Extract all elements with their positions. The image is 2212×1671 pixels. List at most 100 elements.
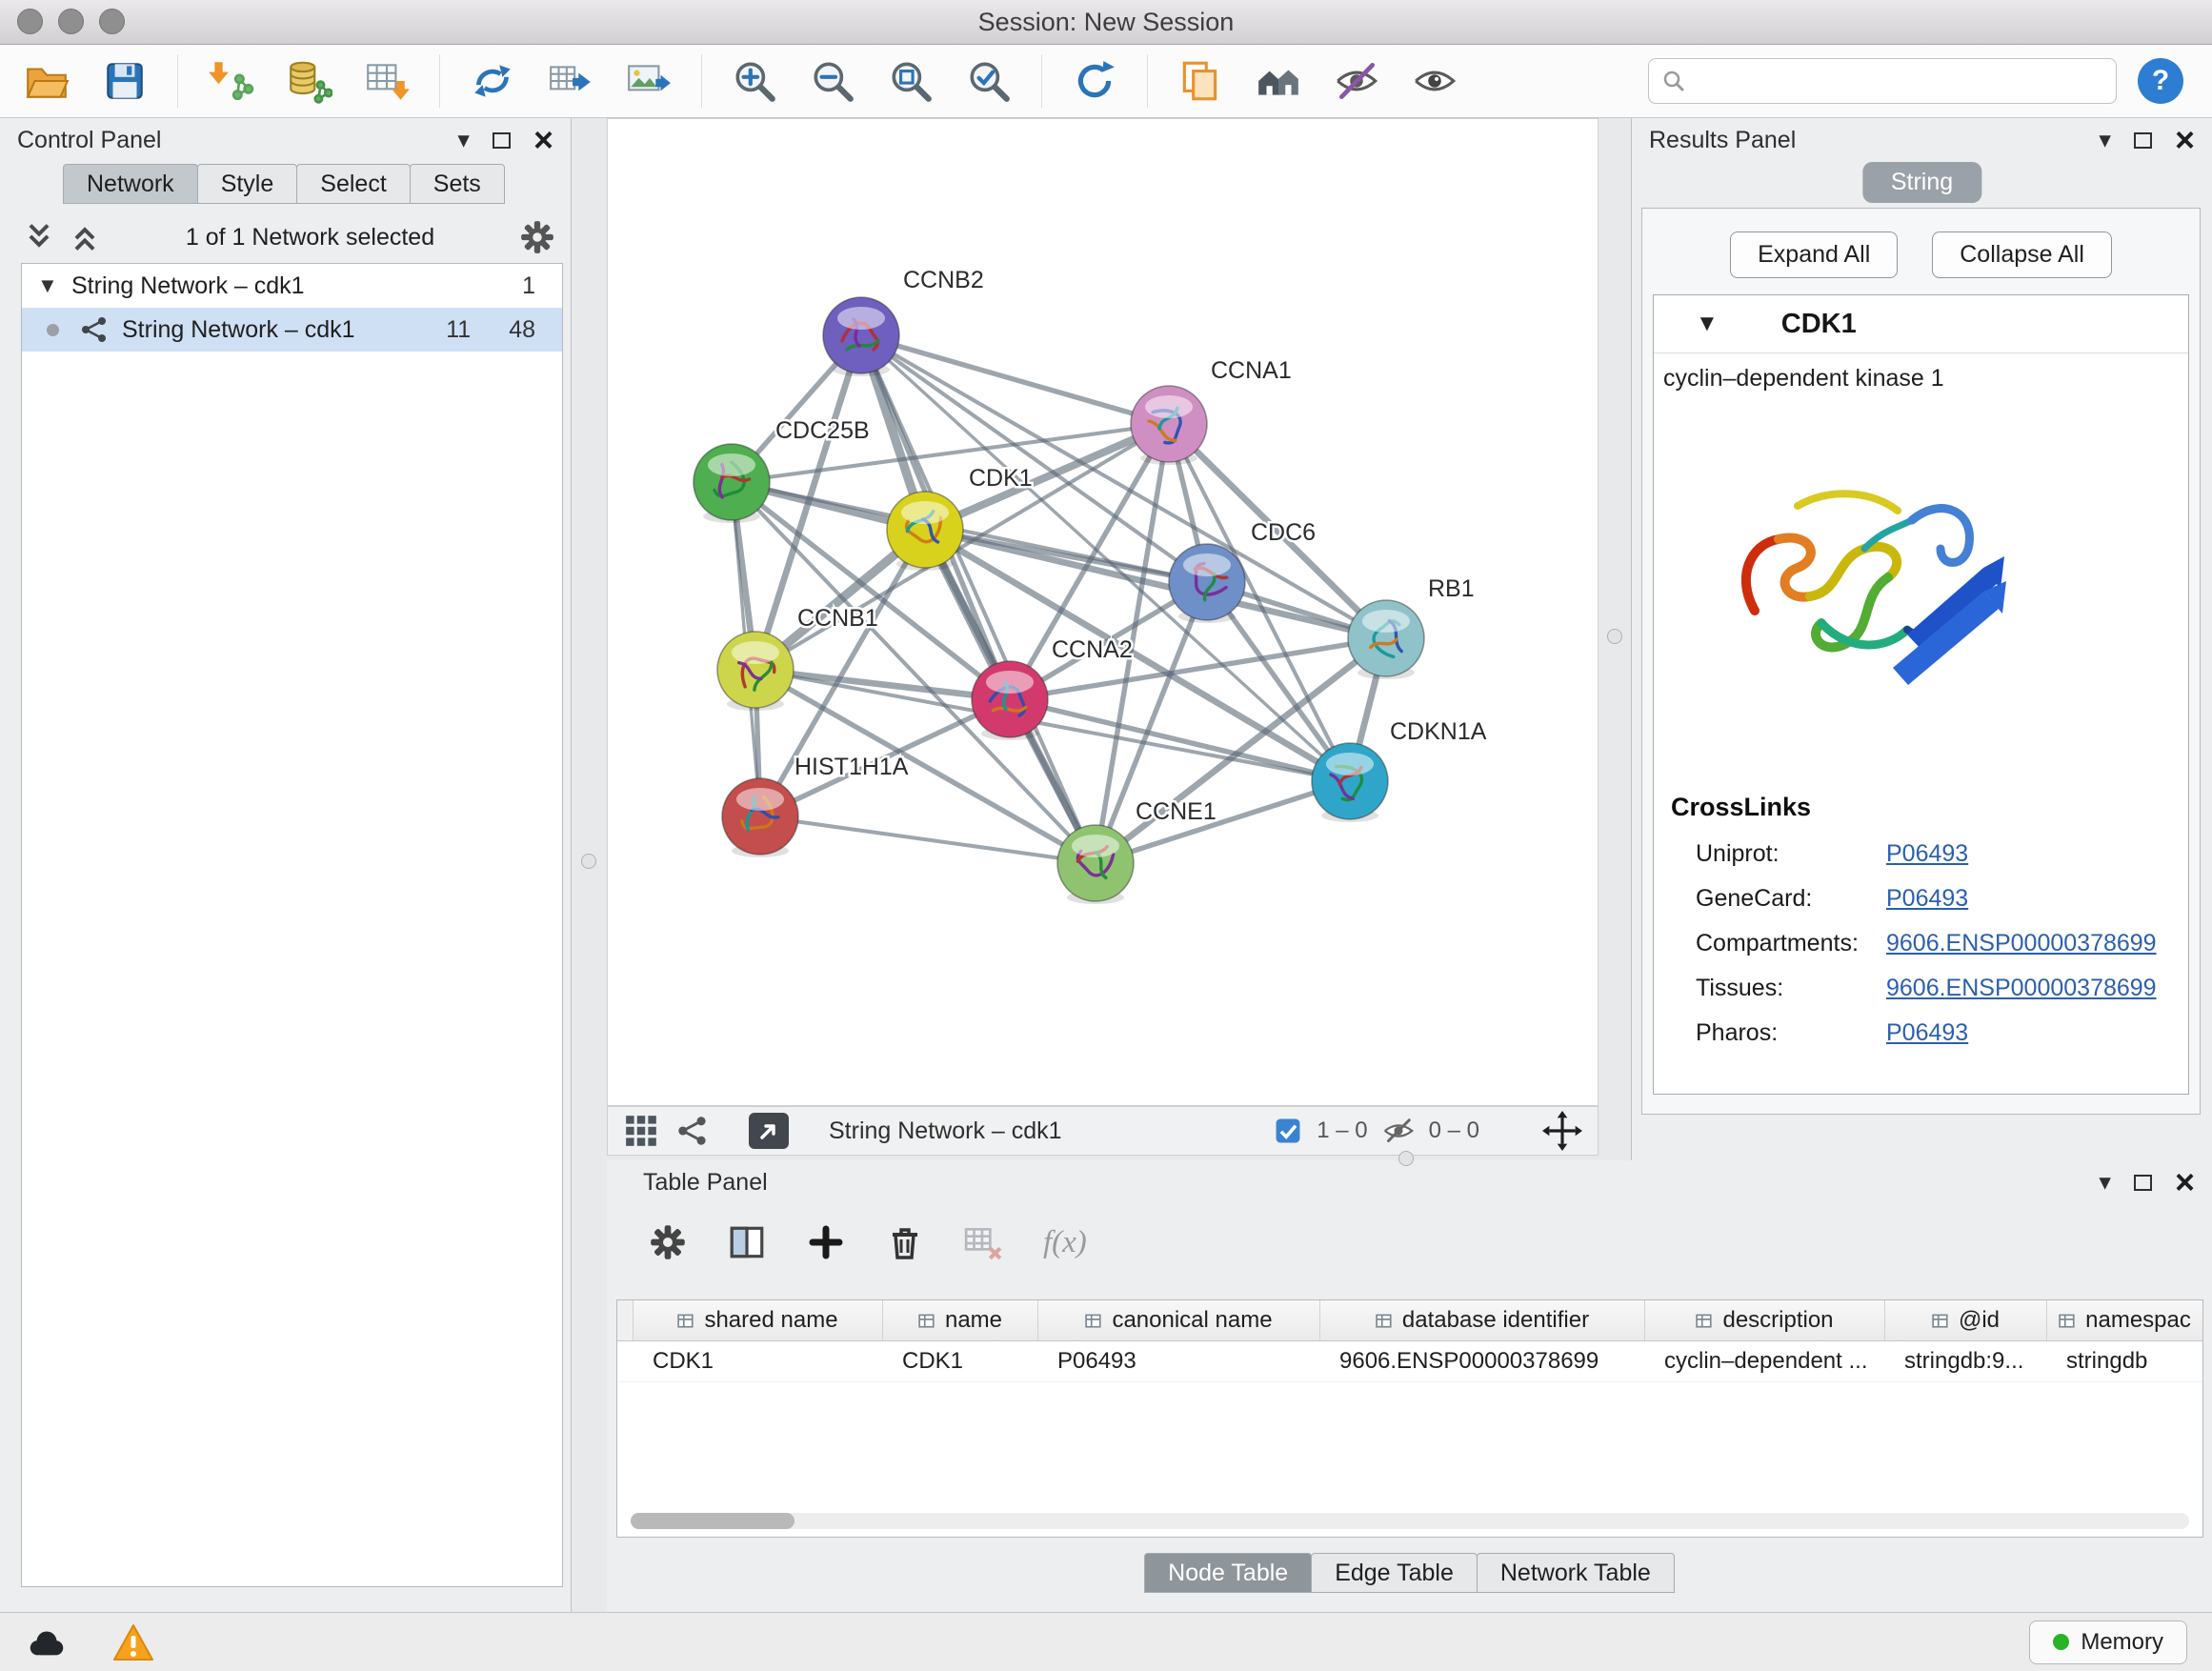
gear-icon[interactable] [519,219,555,255]
panel-close-icon[interactable]: × [533,129,553,151]
tab-select[interactable]: Select [296,164,410,204]
crosslink-tissues-link[interactable]: 9606.ENSP00000378699 [1886,975,2157,1002]
duplicate-network-icon[interactable] [1175,55,1226,107]
search-box[interactable] [1648,58,2117,104]
network-edge-CCNB2-CCNA1[interactable] [861,335,1169,424]
control-panel-tabs: Network Style Select Sets [63,164,505,204]
column-header-database-identifier[interactable]: database identifier [1320,1300,1645,1340]
network-node-RB1[interactable]: RB1 [1348,575,1475,679]
zoom-out-icon[interactable] [807,55,858,107]
network-node-CCNA1[interactable]: CCNA1 [1131,357,1292,465]
column-header-canonical-name[interactable]: canonical name [1038,1300,1320,1340]
birds-eye-view-button[interactable] [749,1113,789,1149]
cell-id[interactable]: stringdb:9... [1885,1348,2047,1375]
horizontal-scrollbar[interactable] [631,1513,2189,1529]
network-canvas[interactable]: CCNB2CCNA1CDC25BCDK1CDC6RB1CCNB1CCNA2CDK… [607,118,1599,1106]
panel-float-icon[interactable] [493,132,511,149]
table-row[interactable]: CDK1 CDK1 P06493 9606.ENSP00000378699 cy… [617,1341,2202,1382]
save-session-icon[interactable] [99,55,151,107]
hide-selected-icon[interactable] [1331,55,1382,107]
hidden-eye-slash-icon[interactable] [1381,1114,1416,1148]
network-edge-HIST1H1A-CCNE1[interactable] [760,816,1096,863]
expand-all-button[interactable]: Expand All [1730,232,1898,278]
panel-menu-icon[interactable]: ▾ [2099,129,2111,152]
column-header-name[interactable]: name [883,1300,1038,1340]
network-edge-CCNB2-RB1[interactable] [861,335,1386,638]
scrollbar-thumb[interactable] [631,1513,794,1529]
open-session-icon[interactable] [21,55,72,107]
expand-all-icon[interactable] [69,221,101,253]
show-neighborhood-icon[interactable] [1253,55,1304,107]
panel-float-icon[interactable] [2134,1175,2152,1191]
cell-namespace[interactable]: stringdb [2047,1348,2202,1375]
selected-checkbox-icon[interactable] [1273,1116,1303,1146]
crosslink-pharos-link[interactable]: P06493 [1886,1019,1968,1047]
splitter-handle[interactable] [1398,1151,1414,1166]
import-network-file-icon[interactable] [205,55,256,107]
tab-string[interactable]: String [1862,162,1981,203]
network-node-CDKN1A[interactable]: CDKN1A [1312,718,1487,822]
tab-sets[interactable]: Sets [410,164,505,204]
memory-button[interactable]: Memory [2029,1621,2187,1664]
add-column-icon[interactable] [807,1223,845,1261]
grid-view-icon[interactable] [623,1113,659,1149]
tab-edge-table[interactable]: Edge Table [1311,1553,1478,1593]
pan-crosshair-icon[interactable] [1542,1111,1582,1151]
panel-menu-icon[interactable]: ▾ [2099,1171,2111,1195]
panel-menu-icon[interactable]: ▾ [457,129,470,152]
panel-float-icon[interactable] [2134,132,2152,149]
cell-shared-name[interactable]: CDK1 [633,1348,883,1375]
panel-close-icon[interactable]: × [2175,1171,2195,1194]
column-header-namespace[interactable]: namespac [2047,1300,2202,1340]
network-node-HIST1H1A[interactable]: HIST1H1A [722,754,909,857]
column-header-description[interactable]: description [1645,1300,1885,1340]
panel-close-icon[interactable]: × [2175,129,2195,151]
tab-network[interactable]: Network [63,164,198,204]
import-network-database-icon[interactable] [283,55,334,107]
zoom-in-icon[interactable] [729,55,780,107]
network-edge-CCNB2-CCNE1[interactable] [861,335,1096,863]
cell-description[interactable]: cyclin–dependent ... [1645,1348,1885,1375]
tab-node-table[interactable]: Node Table [1144,1553,1312,1593]
network-edge-CDKN1A-CCNE1[interactable] [1096,781,1350,863]
cloud-icon[interactable] [25,1621,69,1664]
show-all-icon[interactable] [1409,55,1460,107]
network-collection-row[interactable]: ▼ String Network – cdk1 1 [22,264,562,308]
network-node-label: CDKN1A [1390,718,1487,745]
help-button[interactable]: ? [2138,58,2183,104]
cell-canonical-name[interactable]: P06493 [1038,1348,1320,1375]
export-image-icon[interactable] [623,55,674,107]
delete-column-icon[interactable] [885,1223,923,1261]
column-header-shared-name[interactable]: shared name [633,1300,883,1340]
collapse-all-button[interactable]: Collapse All [1932,232,2112,278]
network-graph[interactable]: CCNB2CCNA1CDC25BCDK1CDC6RB1CCNB1CCNA2CDK… [608,119,1598,1105]
cell-database-identifier[interactable]: 9606.ENSP00000378699 [1320,1348,1645,1375]
disclosure-triangle-icon[interactable]: ▼ [1696,311,1719,337]
crosslink-genecard-link[interactable]: P06493 [1886,885,1968,913]
new-network-icon[interactable] [467,55,518,107]
cell-name[interactable]: CDK1 [883,1348,1038,1375]
function-builder-icon[interactable]: f(x) [1043,1225,1087,1260]
splitter-handle[interactable] [1607,629,1622,644]
column-header-id[interactable]: @id [1885,1300,2047,1340]
show-columns-icon[interactable] [727,1222,767,1262]
network-overview-icon[interactable] [676,1115,709,1147]
zoom-selected-icon[interactable] [963,55,1015,107]
apply-layout-icon[interactable] [1069,55,1120,107]
gene-section-header[interactable]: ▼ CDK1 [1654,295,2188,353]
network-row-selected[interactable]: String Network – cdk1 11 48 [22,308,562,352]
tab-style[interactable]: Style [197,164,298,204]
collapse-all-icon[interactable] [23,221,55,253]
network-node-label: RB1 [1428,575,1475,602]
zoom-fit-icon[interactable] [885,55,936,107]
export-table-icon[interactable] [545,55,596,107]
disclosure-triangle-icon[interactable]: ▼ [37,273,71,298]
crosslink-compartments-link[interactable]: 9606.ENSP00000378699 [1886,930,2157,957]
tab-network-table[interactable]: Network Table [1477,1553,1675,1593]
table-gear-icon[interactable] [649,1223,687,1261]
warning-icon[interactable] [112,1621,154,1663]
search-input[interactable] [1695,67,2102,95]
crosslink-uniprot-link[interactable]: P06493 [1886,840,1968,868]
import-table-icon[interactable] [361,55,412,107]
splitter-handle[interactable] [581,854,596,869]
